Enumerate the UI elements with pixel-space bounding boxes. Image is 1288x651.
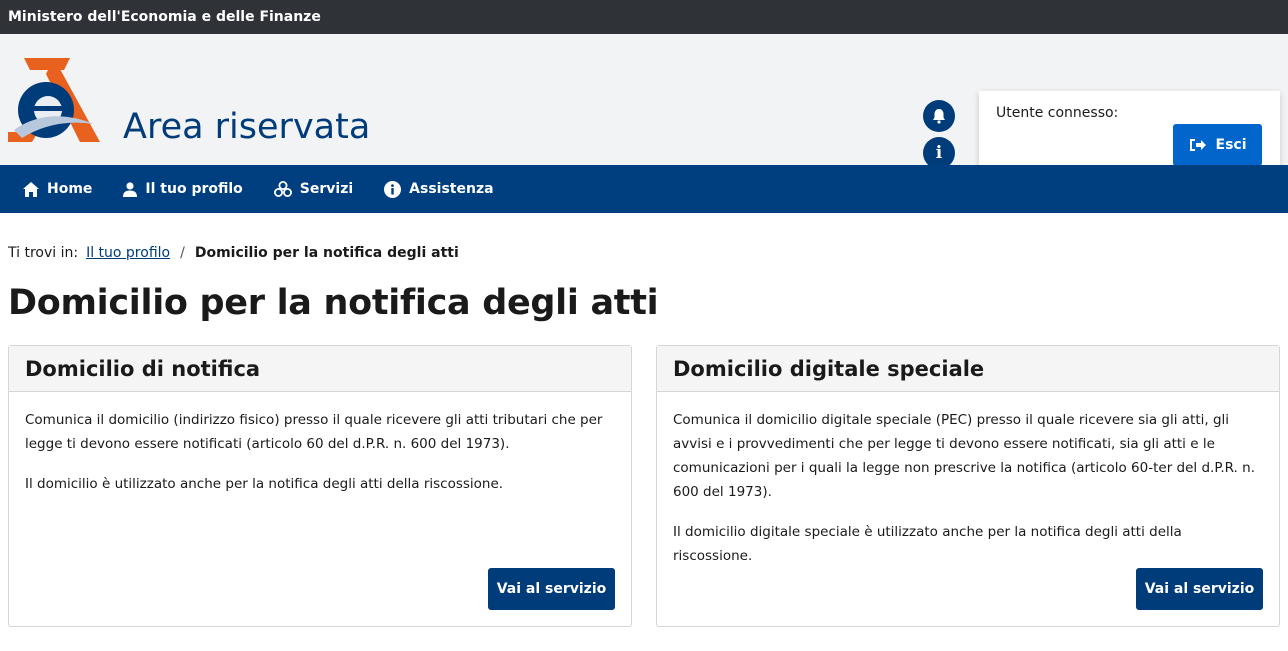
logout-label: Esci	[1215, 137, 1247, 153]
card-title: Domicilio di notifica	[9, 346, 631, 392]
nav-label-profile: Il tuo profilo	[145, 181, 243, 197]
card-domicilio-digitale: Domicilio digitale speciale Comunica il …	[656, 345, 1280, 627]
nav-item-home[interactable]: Home	[23, 165, 92, 213]
main-navbar: Home Il tuo profilo Servizi Assistenza	[0, 165, 1288, 213]
card-paragraph: Comunica il domicilio digitale speciale …	[673, 412, 1255, 500]
card-domicilio-notifica: Domicilio di notifica Comunica il domici…	[8, 345, 632, 627]
ministry-topbar: Ministero dell'Economia e delle Finanze	[0, 0, 1288, 34]
info-circle-icon	[384, 180, 402, 198]
card-paragraph: Il domicilio digitale speciale è utilizz…	[673, 524, 1182, 564]
card-body: Comunica il domicilio (indirizzo fisico)…	[9, 392, 631, 496]
breadcrumb-current: Domicilio per la notifica degli atti	[194, 245, 459, 261]
user-box: Utente connesso: Esci	[979, 91, 1280, 174]
go-to-service-button[interactable]: Vai al servizio	[488, 568, 615, 610]
app-title: Area riservata	[123, 107, 371, 147]
nav-label-home: Home	[47, 181, 93, 197]
ministry-name: Ministero dell'Economia e delle Finanze	[8, 9, 321, 25]
card-paragraph: Comunica il domicilio (indirizzo fisico)…	[25, 412, 603, 452]
sign-out-icon	[1189, 139, 1206, 151]
breadcrumb-link-profile[interactable]: Il tuo profilo	[86, 245, 170, 261]
card-paragraph: Il domicilio è utilizzato anche per la n…	[25, 476, 504, 492]
breadcrumb-separator: /	[180, 245, 185, 261]
nav-item-assistance[interactable]: Assistenza	[384, 165, 494, 213]
user-label: Utente connesso:	[996, 105, 1119, 121]
user-icon	[123, 181, 138, 197]
breadcrumb: Ti trovi in: Il tuo profilo / Domicilio …	[8, 245, 459, 261]
agenzia-entrate-logo[interactable]	[8, 58, 100, 142]
nav-label-services: Servizi	[299, 181, 354, 197]
card-body: Comunica il domicilio digitale speciale …	[657, 392, 1279, 568]
nav-item-profile[interactable]: Il tuo profilo	[123, 165, 243, 213]
go-to-service-button[interactable]: Vai al servizio	[1136, 568, 1263, 610]
home-icon	[23, 181, 39, 197]
nav-item-services[interactable]: Servizi	[273, 165, 354, 213]
card-title: Domicilio digitale speciale	[657, 346, 1279, 392]
page-title: Domicilio per la notifica degli atti	[8, 283, 659, 323]
nav-label-assistance: Assistenza	[409, 181, 494, 197]
breadcrumb-prefix: Ti trovi in:	[8, 245, 79, 261]
header: Area riservata i Utente connesso: Esci	[0, 34, 1288, 174]
bell-icon[interactable]	[923, 100, 955, 132]
logout-button[interactable]: Esci	[1173, 124, 1262, 166]
services-icon	[273, 181, 292, 197]
